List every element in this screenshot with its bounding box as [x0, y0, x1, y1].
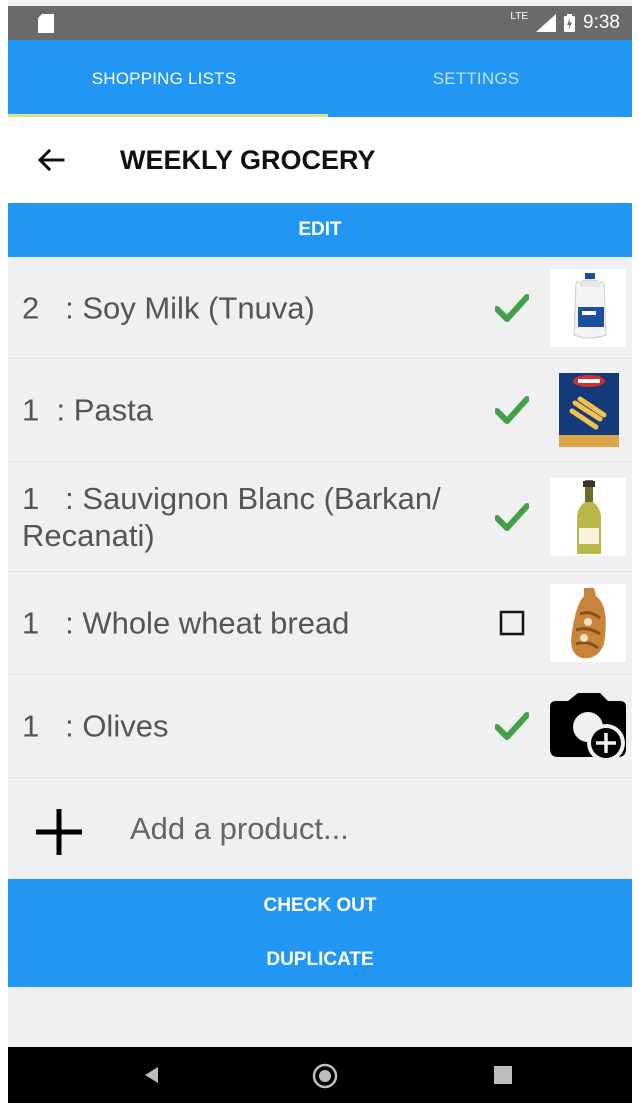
tab-label: SETTINGS — [432, 68, 520, 88]
clock: 9:38 — [583, 12, 620, 33]
status-bar: LTE 9:38 — [8, 6, 632, 40]
add-product-row[interactable]: Add a product... — [8, 777, 632, 880]
pasta-box-image[interactable] — [550, 371, 626, 449]
tab-shopping-lists[interactable]: SHOPPING LISTS — [8, 40, 320, 117]
duplicate-button[interactable]: DUPLICATE — [8, 949, 632, 971]
battery-charging-icon — [564, 14, 576, 32]
item-name: : Soy Milk (Tnuva) — [65, 290, 315, 325]
list-header: WEEKLY GROCERY — [8, 117, 632, 203]
checkbox-empty-icon — [499, 610, 525, 636]
item-quantity: 2 — [22, 290, 40, 325]
bottom-actions: CHECK OUT DUPLICATE — [8, 879, 632, 987]
item-name: : Olives — [65, 708, 169, 744]
item-quantity: 1 — [22, 708, 40, 744]
list-item[interactable]: 1 : Olives — [8, 675, 632, 778]
item-checkbox[interactable] — [492, 390, 532, 430]
system-navigation-bar — [8, 1047, 632, 1103]
tab-label: SHOPPING LISTS — [91, 68, 237, 88]
list-item[interactable]: 1 : Pasta — [8, 359, 632, 462]
tab-bar: SHOPPING LISTS SETTINGS — [8, 40, 632, 117]
home-nav-icon[interactable] — [312, 1063, 338, 1089]
page-title: WEEKLY GROCERY — [120, 145, 376, 175]
product-list: 2 : Soy Milk (Tnuva) 1 : Pasta 1: Sauvi… — [8, 257, 632, 778]
tab-settings[interactable]: SETTINGS — [320, 40, 632, 117]
edit-label: EDIT — [298, 219, 342, 240]
item-text: 1 : Olives — [22, 708, 482, 745]
sd-card-icon — [38, 14, 54, 33]
back-arrow-icon[interactable] — [36, 145, 66, 175]
item-text: 1 : Sauvignon Blanc (Barkan/ Recanati) — [22, 480, 492, 554]
checkout-button[interactable]: CHECK OUT — [8, 895, 632, 917]
item-quantity: 1 — [22, 605, 40, 641]
network-type-label: LTE — [510, 10, 529, 22]
item-name: : Pasta — [56, 392, 153, 428]
wine-bottle-image[interactable] — [550, 477, 626, 556]
list-item[interactable]: 2 : Soy Milk (Tnuva) — [8, 257, 632, 359]
list-item[interactable]: 1 : Whole wheat bread — [8, 572, 632, 675]
recents-nav-icon[interactable] — [494, 1066, 512, 1084]
checkmark-icon — [495, 293, 529, 322]
signal-icon — [536, 14, 557, 32]
item-checkbox[interactable] — [492, 706, 532, 746]
item-quantity: 1 — [22, 480, 40, 516]
item-quantity: 1 — [22, 392, 40, 428]
checkmark-icon — [495, 396, 529, 424]
checkmark-icon — [495, 502, 529, 531]
item-text: 1 : Whole wheat bread — [22, 605, 482, 642]
item-name: : Whole wheat bread — [65, 605, 350, 641]
checkmark-icon — [495, 712, 529, 740]
plus-icon[interactable] — [32, 805, 86, 859]
item-text: 1 : Pasta — [22, 392, 482, 429]
app-screen: LTE 9:38 SHOPPING LISTS SETTINGS WEEKLY … — [8, 0, 632, 1103]
item-checkbox[interactable] — [492, 497, 532, 537]
item-name: : Sauvignon Blanc (Barkan/ Recanati) — [22, 480, 441, 553]
item-text: 2 : Soy Milk (Tnuva) — [22, 289, 482, 326]
item-checkbox[interactable] — [492, 603, 532, 643]
back-nav-icon[interactable] — [142, 1065, 162, 1085]
item-checkbox[interactable] — [492, 288, 532, 328]
milk-bottle-image[interactable] — [550, 268, 626, 347]
list-item[interactable]: 1 : Sauvignon Blanc (Barkan/ Recanati) — [8, 462, 632, 572]
edit-button[interactable]: EDIT — [8, 203, 632, 257]
add-photo-icon[interactable] — [550, 687, 626, 765]
bread-loaf-image[interactable] — [550, 584, 626, 662]
add-product-input[interactable]: Add a product... — [130, 777, 349, 880]
